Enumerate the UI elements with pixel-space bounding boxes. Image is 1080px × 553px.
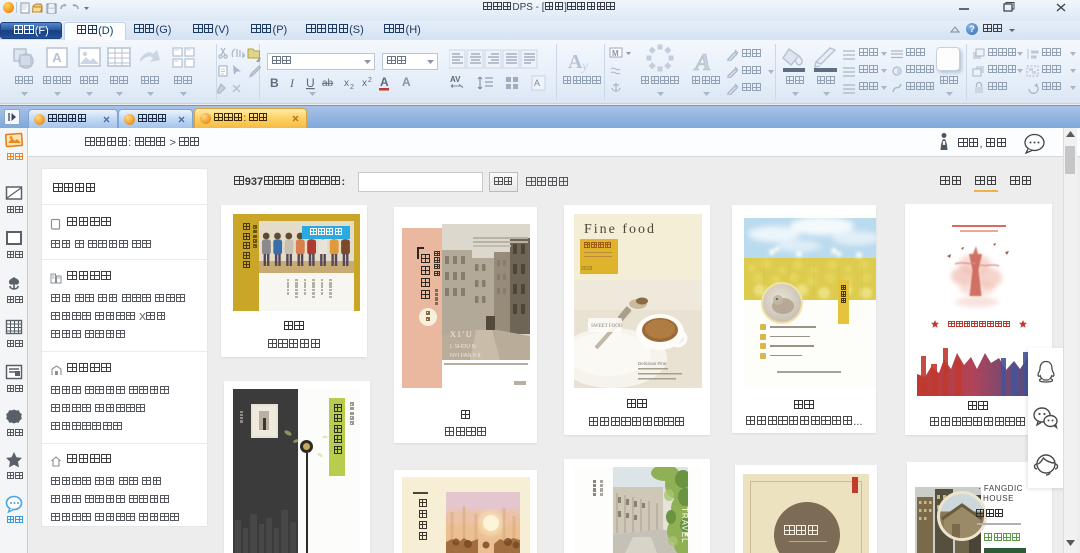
svg-text:ab: ab (322, 78, 334, 89)
svg-text:A: A (534, 78, 540, 88)
svg-text:x: x (344, 78, 349, 89)
svg-text:2: 2 (368, 77, 372, 84)
svg-text:AV: AV (450, 75, 461, 84)
svg-text:NYI FAN 8 8: NYI FAN 8 8 (450, 353, 481, 359)
svg-text:2: 2 (350, 84, 354, 91)
svg-text:x: x (362, 78, 367, 89)
svg-text:TRAVEL: TRAVEL (680, 507, 688, 544)
svg-text:A: A (568, 51, 583, 73)
svg-text:A: A (402, 75, 411, 89)
svg-text:M: M (612, 49, 619, 58)
svg-text:A: A (693, 50, 711, 74)
svg-text:L SHOU N: L SHOU N (450, 344, 476, 350)
svg-text:B: B (270, 76, 279, 90)
svg-text:y: y (580, 59, 589, 74)
svg-text:X I ' U: X I ' U (450, 330, 472, 339)
svg-text:U: U (306, 76, 315, 90)
svg-text:Delicious Fine: Delicious Fine (638, 361, 667, 366)
svg-text:I: I (289, 76, 295, 90)
svg-text:A: A (380, 75, 389, 89)
svg-text:A: A (52, 50, 62, 65)
svg-text:SWEET FOOD: SWEET FOOD (591, 324, 623, 329)
